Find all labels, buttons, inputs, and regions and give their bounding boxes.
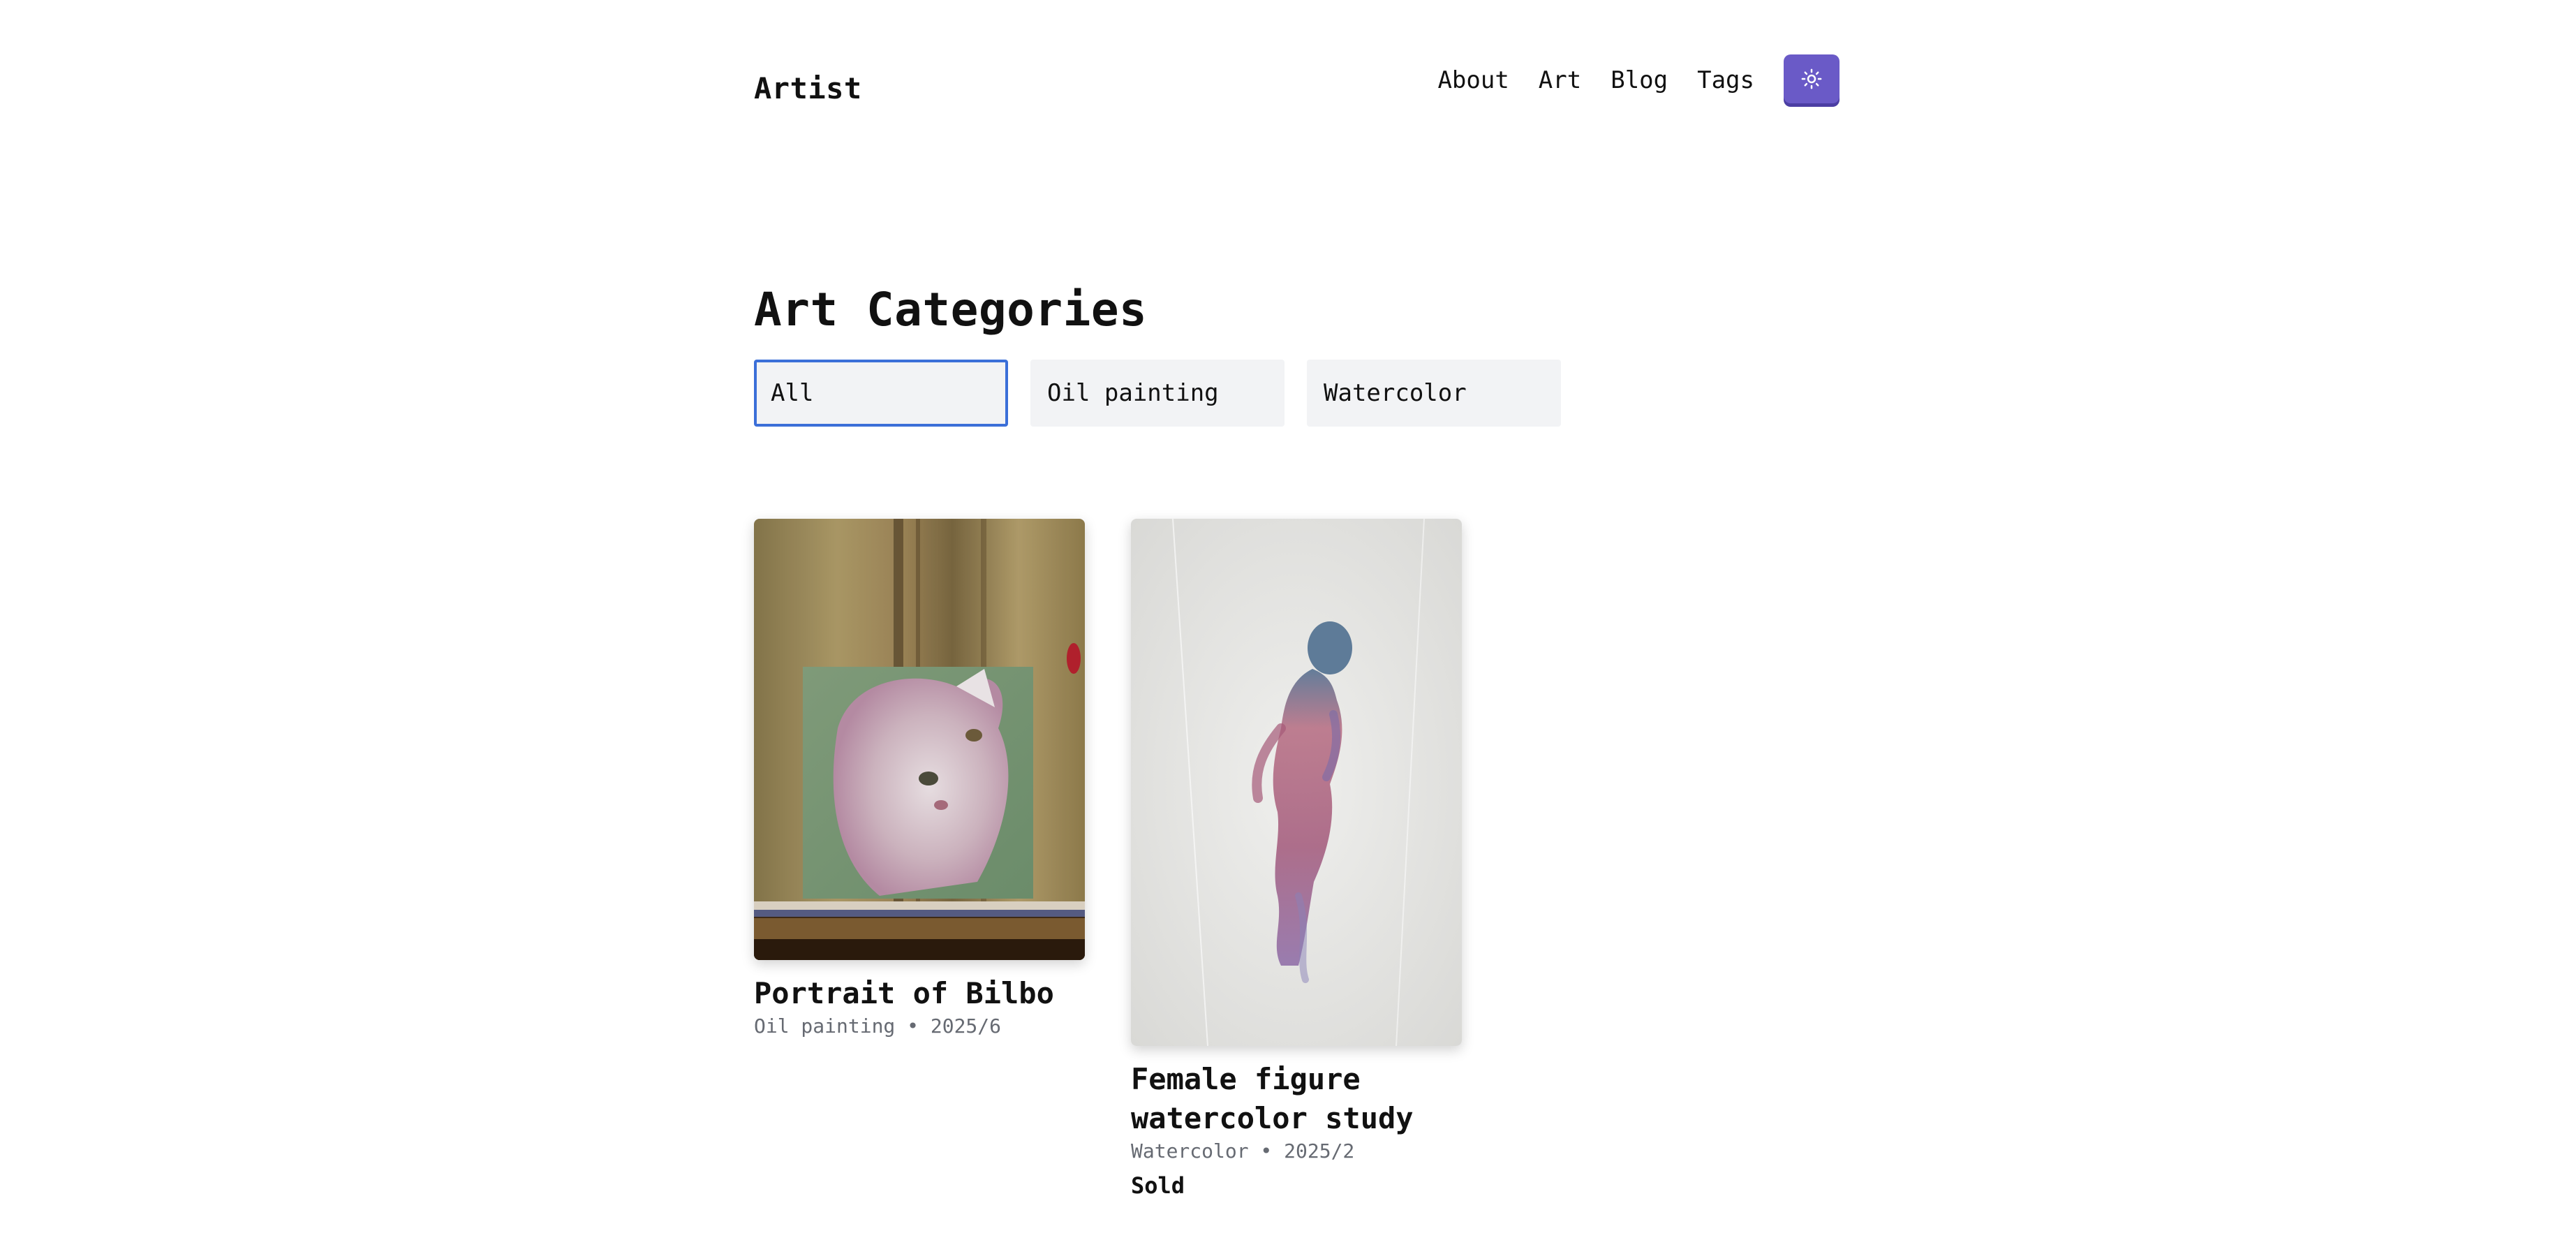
- nav-link-blog[interactable]: Blog: [1611, 54, 1668, 106]
- artwork-title[interactable]: Portrait of Bilbo: [754, 974, 1085, 1013]
- artwork-title[interactable]: Female figure watercolor study: [1131, 1060, 1462, 1138]
- filter-all-button[interactable]: All: [754, 360, 1008, 427]
- sun-icon: [1801, 68, 1822, 89]
- filter-watercolor-button[interactable]: Watercolor: [1307, 360, 1561, 427]
- theme-toggle-button[interactable]: [1784, 54, 1840, 103]
- filter-oil-painting-button[interactable]: Oil painting: [1030, 360, 1285, 427]
- artwork-thumbnail[interactable]: [754, 519, 1085, 960]
- artwork-card[interactable]: Portrait of Bilbo Oil painting • 2025/6: [754, 519, 1085, 1038]
- nav-link-art[interactable]: Art: [1539, 54, 1581, 106]
- artwork-status-badge: Sold: [1131, 1172, 1185, 1199]
- artwork-image: [754, 519, 1085, 960]
- artwork-meta: Watercolor • 2025/2: [1131, 1139, 1355, 1163]
- artwork-image: [1131, 519, 1462, 1046]
- artwork-thumbnail[interactable]: [1131, 519, 1462, 1046]
- nav-link-tags[interactable]: Tags: [1697, 54, 1754, 106]
- artwork-meta: Oil painting • 2025/6: [754, 1015, 1002, 1038]
- category-filters: All Oil painting Watercolor: [754, 360, 1583, 427]
- artwork-card[interactable]: Female figure watercolor study Watercolo…: [1131, 519, 1462, 1199]
- site-title[interactable]: Artist: [754, 71, 862, 105]
- site-header: Artist About Art Blog Tags: [754, 54, 1840, 107]
- main-nav: About Art Blog Tags: [1437, 54, 1840, 106]
- nav-link-about[interactable]: About: [1437, 54, 1509, 106]
- page-title: Art Categories: [754, 283, 1148, 337]
